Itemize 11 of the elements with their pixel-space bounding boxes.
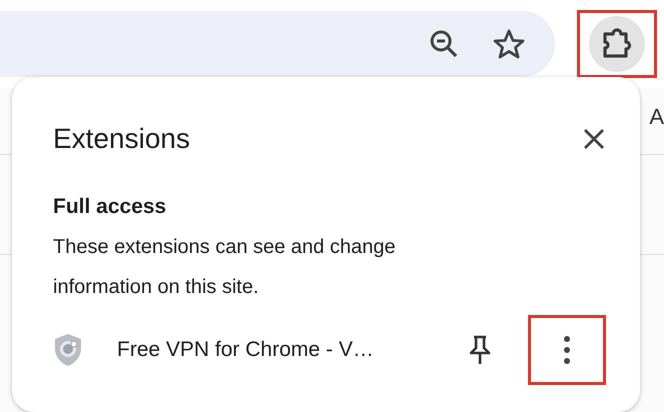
section-heading: Full access (53, 195, 168, 219)
section-description: These extensions can see and change information on this site. (53, 235, 396, 300)
zoom-out-icon[interactable] (429, 28, 459, 58)
pin-icon (467, 334, 493, 366)
popup-title: Extensions (53, 123, 190, 155)
bookmark-star-icon[interactable] (493, 28, 525, 58)
close-icon (582, 127, 606, 151)
page-text: A (649, 104, 664, 130)
more-vert-icon (563, 335, 571, 365)
shield-globe-icon (53, 333, 83, 367)
extension-name: Free VPN for Chrome - V… (117, 338, 375, 362)
